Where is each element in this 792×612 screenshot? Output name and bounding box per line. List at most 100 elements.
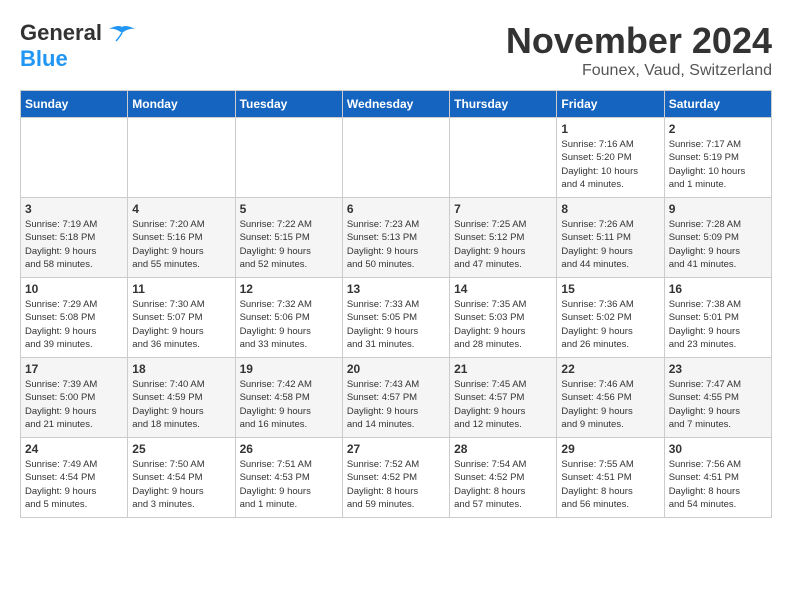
day-number: 24 (25, 442, 123, 456)
day-info: Sunrise: 7:20 AM Sunset: 5:16 PM Dayligh… (132, 218, 230, 271)
header: General Blue November 2024 Founex, Vaud,… (20, 20, 772, 80)
week-row-1: 1 Sunrise: 7:16 AM Sunset: 5:20 PM Daylig… (21, 118, 772, 198)
day-number: 27 (347, 442, 445, 456)
day-info: Sunrise: 7:38 AM Sunset: 5:01 PM Dayligh… (669, 298, 767, 351)
day-info: Sunrise: 7:45 AM Sunset: 4:57 PM Dayligh… (454, 378, 552, 431)
day-number: 14 (454, 282, 552, 296)
day-info: Sunrise: 7:42 AM Sunset: 4:58 PM Dayligh… (240, 378, 338, 431)
calendar-cell: 11 Sunrise: 7:30 AM Sunset: 5:07 PM Dayli… (128, 278, 235, 358)
calendar-cell: 29 Sunrise: 7:55 AM Sunset: 4:51 PM Dayli… (557, 438, 664, 518)
day-number: 16 (669, 282, 767, 296)
day-number: 19 (240, 362, 338, 376)
day-info: Sunrise: 7:23 AM Sunset: 5:13 PM Dayligh… (347, 218, 445, 271)
day-number: 12 (240, 282, 338, 296)
week-row-3: 10 Sunrise: 7:29 AM Sunset: 5:08 PM Dayli… (21, 278, 772, 358)
weekday-header-saturday: Saturday (664, 91, 771, 118)
day-number: 30 (669, 442, 767, 456)
title-area: November 2024 Founex, Vaud, Switzerland (506, 20, 772, 80)
calendar-cell: 12 Sunrise: 7:32 AM Sunset: 5:06 PM Dayli… (235, 278, 342, 358)
day-info: Sunrise: 7:35 AM Sunset: 5:03 PM Dayligh… (454, 298, 552, 351)
calendar-cell: 20 Sunrise: 7:43 AM Sunset: 4:57 PM Dayli… (342, 358, 449, 438)
weekday-header-monday: Monday (128, 91, 235, 118)
location-title: Founex, Vaud, Switzerland (506, 62, 772, 80)
calendar-cell (235, 118, 342, 198)
day-info: Sunrise: 7:52 AM Sunset: 4:52 PM Dayligh… (347, 458, 445, 511)
calendar-cell: 22Sunrise: 7:46 AM Sunset: 4:56 PM Dayli… (557, 358, 664, 438)
calendar-cell: 28Sunrise: 7:54 AM Sunset: 4:52 PM Dayli… (450, 438, 557, 518)
calendar-cell: 24 Sunrise: 7:49 AM Sunset: 4:54 PM Dayli… (21, 438, 128, 518)
calendar-cell: 30Sunrise: 7:56 AM Sunset: 4:51 PM Dayli… (664, 438, 771, 518)
day-info: Sunrise: 7:33 AM Sunset: 5:05 PM Dayligh… (347, 298, 445, 351)
calendar-cell: 2 Sunrise: 7:17 AM Sunset: 5:19 PM Daylig… (664, 118, 771, 198)
day-number: 6 (347, 202, 445, 216)
day-info: Sunrise: 7:51 AM Sunset: 4:53 PM Dayligh… (240, 458, 338, 511)
logo: General Blue (20, 20, 136, 72)
calendar-cell: 21 Sunrise: 7:45 AM Sunset: 4:57 PM Dayli… (450, 358, 557, 438)
day-number: 5 (240, 202, 338, 216)
day-info: Sunrise: 7:16 AM Sunset: 5:20 PM Dayligh… (561, 138, 659, 191)
calendar-cell: 13Sunrise: 7:33 AM Sunset: 5:05 PM Dayli… (342, 278, 449, 358)
calendar-cell: 5Sunrise: 7:22 AM Sunset: 5:15 PM Daylig… (235, 198, 342, 278)
day-number: 7 (454, 202, 552, 216)
day-number: 11 (132, 282, 230, 296)
day-number: 18 (132, 362, 230, 376)
calendar-cell: 6 Sunrise: 7:23 AM Sunset: 5:13 PM Daylig… (342, 198, 449, 278)
day-info: Sunrise: 7:30 AM Sunset: 5:07 PM Dayligh… (132, 298, 230, 351)
day-number: 8 (561, 202, 659, 216)
day-info: Sunrise: 7:25 AM Sunset: 5:12 PM Dayligh… (454, 218, 552, 271)
day-number: 3 (25, 202, 123, 216)
day-number: 10 (25, 282, 123, 296)
calendar-cell: 4 Sunrise: 7:20 AM Sunset: 5:16 PM Daylig… (128, 198, 235, 278)
day-number: 4 (132, 202, 230, 216)
weekday-header-wednesday: Wednesday (342, 91, 449, 118)
day-number: 9 (669, 202, 767, 216)
calendar-cell: 7 Sunrise: 7:25 AM Sunset: 5:12 PM Daylig… (450, 198, 557, 278)
calendar-cell: 16 Sunrise: 7:38 AM Sunset: 5:01 PM Dayli… (664, 278, 771, 358)
calendar-cell: 3 Sunrise: 7:19 AM Sunset: 5:18 PM Daylig… (21, 198, 128, 278)
month-title: November 2024 (506, 20, 772, 62)
day-info: Sunrise: 7:47 AM Sunset: 4:55 PM Dayligh… (669, 378, 767, 431)
day-info: Sunrise: 7:26 AM Sunset: 5:11 PM Dayligh… (561, 218, 659, 271)
day-number: 26 (240, 442, 338, 456)
day-info: Sunrise: 7:39 AM Sunset: 5:00 PM Dayligh… (25, 378, 123, 431)
weekday-header-friday: Friday (557, 91, 664, 118)
calendar-cell: 9Sunrise: 7:28 AM Sunset: 5:09 PM Daylig… (664, 198, 771, 278)
day-info: Sunrise: 7:36 AM Sunset: 5:02 PM Dayligh… (561, 298, 659, 351)
weekday-header-thursday: Thursday (450, 91, 557, 118)
calendar-cell: 27 Sunrise: 7:52 AM Sunset: 4:52 PM Dayli… (342, 438, 449, 518)
day-number: 21 (454, 362, 552, 376)
day-number: 20 (347, 362, 445, 376)
day-info: Sunrise: 7:19 AM Sunset: 5:18 PM Dayligh… (25, 218, 123, 271)
calendar-cell: 26 Sunrise: 7:51 AM Sunset: 4:53 PM Dayli… (235, 438, 342, 518)
week-row-4: 17 Sunrise: 7:39 AM Sunset: 5:00 PM Dayli… (21, 358, 772, 438)
calendar-cell: 17 Sunrise: 7:39 AM Sunset: 5:00 PM Dayli… (21, 358, 128, 438)
calendar-cell: 25 Sunrise: 7:50 AM Sunset: 4:54 PM Dayli… (128, 438, 235, 518)
day-number: 1 (561, 122, 659, 136)
day-info: Sunrise: 7:50 AM Sunset: 4:54 PM Dayligh… (132, 458, 230, 511)
calendar-cell: 19 Sunrise: 7:42 AM Sunset: 4:58 PM Dayli… (235, 358, 342, 438)
day-info: Sunrise: 7:46 AM Sunset: 4:56 PM Dayligh… (561, 378, 659, 431)
calendar-cell: 14 Sunrise: 7:35 AM Sunset: 5:03 PM Dayli… (450, 278, 557, 358)
day-info: Sunrise: 7:43 AM Sunset: 4:57 PM Dayligh… (347, 378, 445, 431)
weekday-header-sunday: Sunday (21, 91, 128, 118)
day-info: Sunrise: 7:17 AM Sunset: 5:19 PM Dayligh… (669, 138, 767, 191)
calendar-cell (128, 118, 235, 198)
logo-blue-text: Blue (20, 46, 68, 71)
calendar-cell: 1 Sunrise: 7:16 AM Sunset: 5:20 PM Daylig… (557, 118, 664, 198)
day-number: 25 (132, 442, 230, 456)
weekday-header-tuesday: Tuesday (235, 91, 342, 118)
day-info: Sunrise: 7:49 AM Sunset: 4:54 PM Dayligh… (25, 458, 123, 511)
day-info: Sunrise: 7:29 AM Sunset: 5:08 PM Dayligh… (25, 298, 123, 351)
day-number: 2 (669, 122, 767, 136)
calendar-cell: 10 Sunrise: 7:29 AM Sunset: 5:08 PM Dayli… (21, 278, 128, 358)
day-info: Sunrise: 7:55 AM Sunset: 4:51 PM Dayligh… (561, 458, 659, 511)
bird-icon (108, 25, 136, 43)
day-number: 29 (561, 442, 659, 456)
day-number: 17 (25, 362, 123, 376)
week-row-5: 24 Sunrise: 7:49 AM Sunset: 4:54 PM Dayli… (21, 438, 772, 518)
day-number: 23 (669, 362, 767, 376)
calendar-cell (21, 118, 128, 198)
day-info: Sunrise: 7:40 AM Sunset: 4:59 PM Dayligh… (132, 378, 230, 431)
calendar-cell (342, 118, 449, 198)
day-info: Sunrise: 7:32 AM Sunset: 5:06 PM Dayligh… (240, 298, 338, 351)
